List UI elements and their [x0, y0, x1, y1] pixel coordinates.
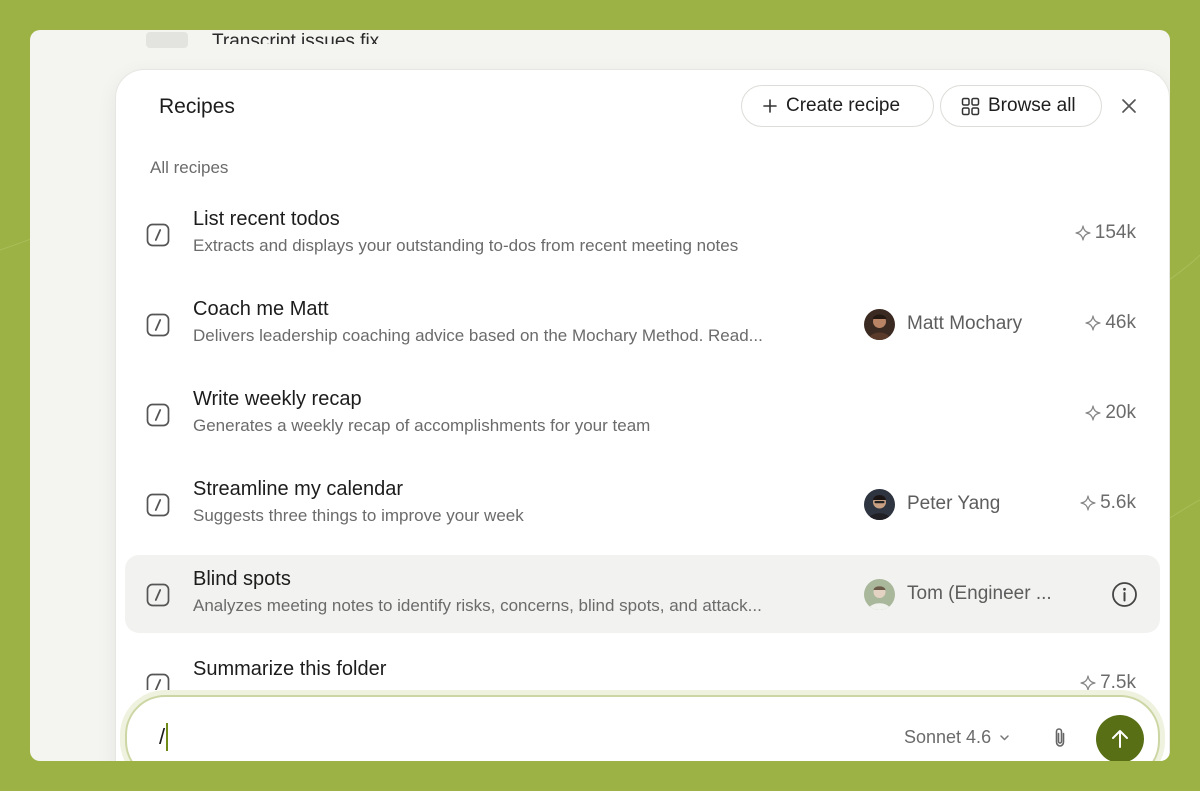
recipe-title: Write weekly recap — [193, 388, 362, 410]
background-list-item: Transcript issues fix — [30, 30, 1170, 50]
usage-count: 46k — [1085, 312, 1136, 334]
app-window: Transcript issues fix Recipes Create rec… — [30, 30, 1170, 761]
recipe-title: Blind spots — [193, 568, 291, 590]
sparkle-icon — [1085, 315, 1101, 331]
background-thumbnail — [146, 32, 188, 48]
usage-count: 20k — [1085, 402, 1136, 424]
plus-icon — [763, 99, 777, 113]
author-name: Matt Mochary — [907, 313, 1023, 334]
recipe-list: List recent todos Extracts and displays … — [116, 185, 1169, 690]
author-name: Peter Yang — [907, 493, 1001, 514]
recipe-description: Analyzes meeting notes to identify risks… — [193, 596, 762, 615]
recipe-author[interactable]: Matt Mochary — [864, 308, 1022, 340]
avatar — [864, 488, 895, 520]
send-button[interactable] — [1096, 715, 1144, 761]
recipe-description: Suggests three things to improve your we… — [193, 506, 524, 525]
browse-all-label: Browse all — [988, 95, 1076, 116]
arrow-up-icon — [1112, 730, 1128, 748]
sparkle-icon — [1085, 405, 1101, 421]
slash-command-icon — [146, 313, 170, 337]
info-icon[interactable] — [1111, 581, 1138, 608]
model-label: Sonnet 4.6 — [904, 727, 992, 747]
recipe-title: Summarize this folder — [193, 658, 387, 680]
section-label: All recipes — [150, 158, 229, 177]
slash-command-icon — [146, 403, 170, 427]
recipe-description: Extracts and displays your outstanding t… — [193, 236, 739, 255]
usage-count: 154k — [1075, 222, 1136, 244]
browse-all-button[interactable]: Browse all — [940, 85, 1102, 127]
composer[interactable]: / Sonnet 4.6 — [125, 695, 1160, 761]
recipe-description: Delivers leadership coaching advice base… — [193, 326, 763, 345]
model-selector[interactable]: Sonnet 4.6 — [904, 727, 1010, 748]
avatar — [864, 578, 895, 610]
recipe-author[interactable]: Peter Yang — [864, 488, 1000, 520]
slash-command-icon — [146, 223, 170, 247]
usage-count-value: 20k — [1105, 402, 1136, 423]
panel-title: Recipes — [159, 95, 235, 118]
recipe-row[interactable]: List recent todos Extracts and displays … — [125, 195, 1160, 273]
recipes-panel: Recipes Create recipe Browse all All rec… — [116, 70, 1169, 761]
avatar — [864, 308, 895, 340]
recipe-author[interactable]: Tom (Engineer ... — [864, 578, 1052, 610]
create-recipe-button[interactable]: Create recipe — [741, 85, 934, 127]
slash-command-icon — [146, 673, 170, 690]
recipe-row[interactable]: Streamline my calendar Suggests three th… — [125, 465, 1160, 543]
recipe-title: Coach me Matt — [193, 298, 329, 320]
text-caret — [166, 723, 169, 751]
recipe-title: List recent todos — [193, 208, 340, 230]
create-recipe-label: Create recipe — [786, 95, 901, 116]
usage-count-value: 46k — [1105, 312, 1136, 333]
grid-icon — [961, 97, 980, 115]
background-item-title: Transcript issues fix — [212, 31, 380, 44]
composer-input[interactable]: / — [159, 723, 169, 751]
usage-count-value: 5.6k — [1100, 492, 1136, 513]
usage-count: 7.5k — [1080, 672, 1136, 690]
close-icon — [1122, 99, 1136, 113]
composer-input-value: / — [159, 724, 166, 749]
sparkle-icon — [1080, 495, 1096, 511]
usage-count-value: 7.5k — [1100, 672, 1136, 690]
recipe-row[interactable]: Coach me Matt Delivers leadership coachi… — [125, 285, 1160, 363]
paperclip-icon[interactable] — [1047, 725, 1073, 751]
sparkle-icon — [1075, 225, 1091, 241]
usage-count-value: 154k — [1094, 222, 1136, 243]
sparkle-icon — [1080, 675, 1096, 690]
slash-command-icon — [146, 583, 170, 607]
recipe-description: Generates a weekly recap of accomplishme… — [193, 416, 651, 435]
recipe-title: Streamline my calendar — [193, 478, 404, 500]
chevron-down-icon — [1000, 735, 1009, 741]
slash-command-icon — [146, 493, 170, 517]
close-button[interactable] — [1116, 93, 1142, 119]
author-name: Tom (Engineer ... — [907, 583, 1052, 604]
recipe-row[interactable]: Summarize this folder 7.5k — [125, 645, 1160, 690]
usage-count: 5.6k — [1080, 492, 1136, 514]
recipe-row-selected[interactable]: Blind spots Analyzes meeting notes to id… — [125, 555, 1160, 633]
recipe-row[interactable]: Write weekly recap Generates a weekly re… — [125, 375, 1160, 453]
